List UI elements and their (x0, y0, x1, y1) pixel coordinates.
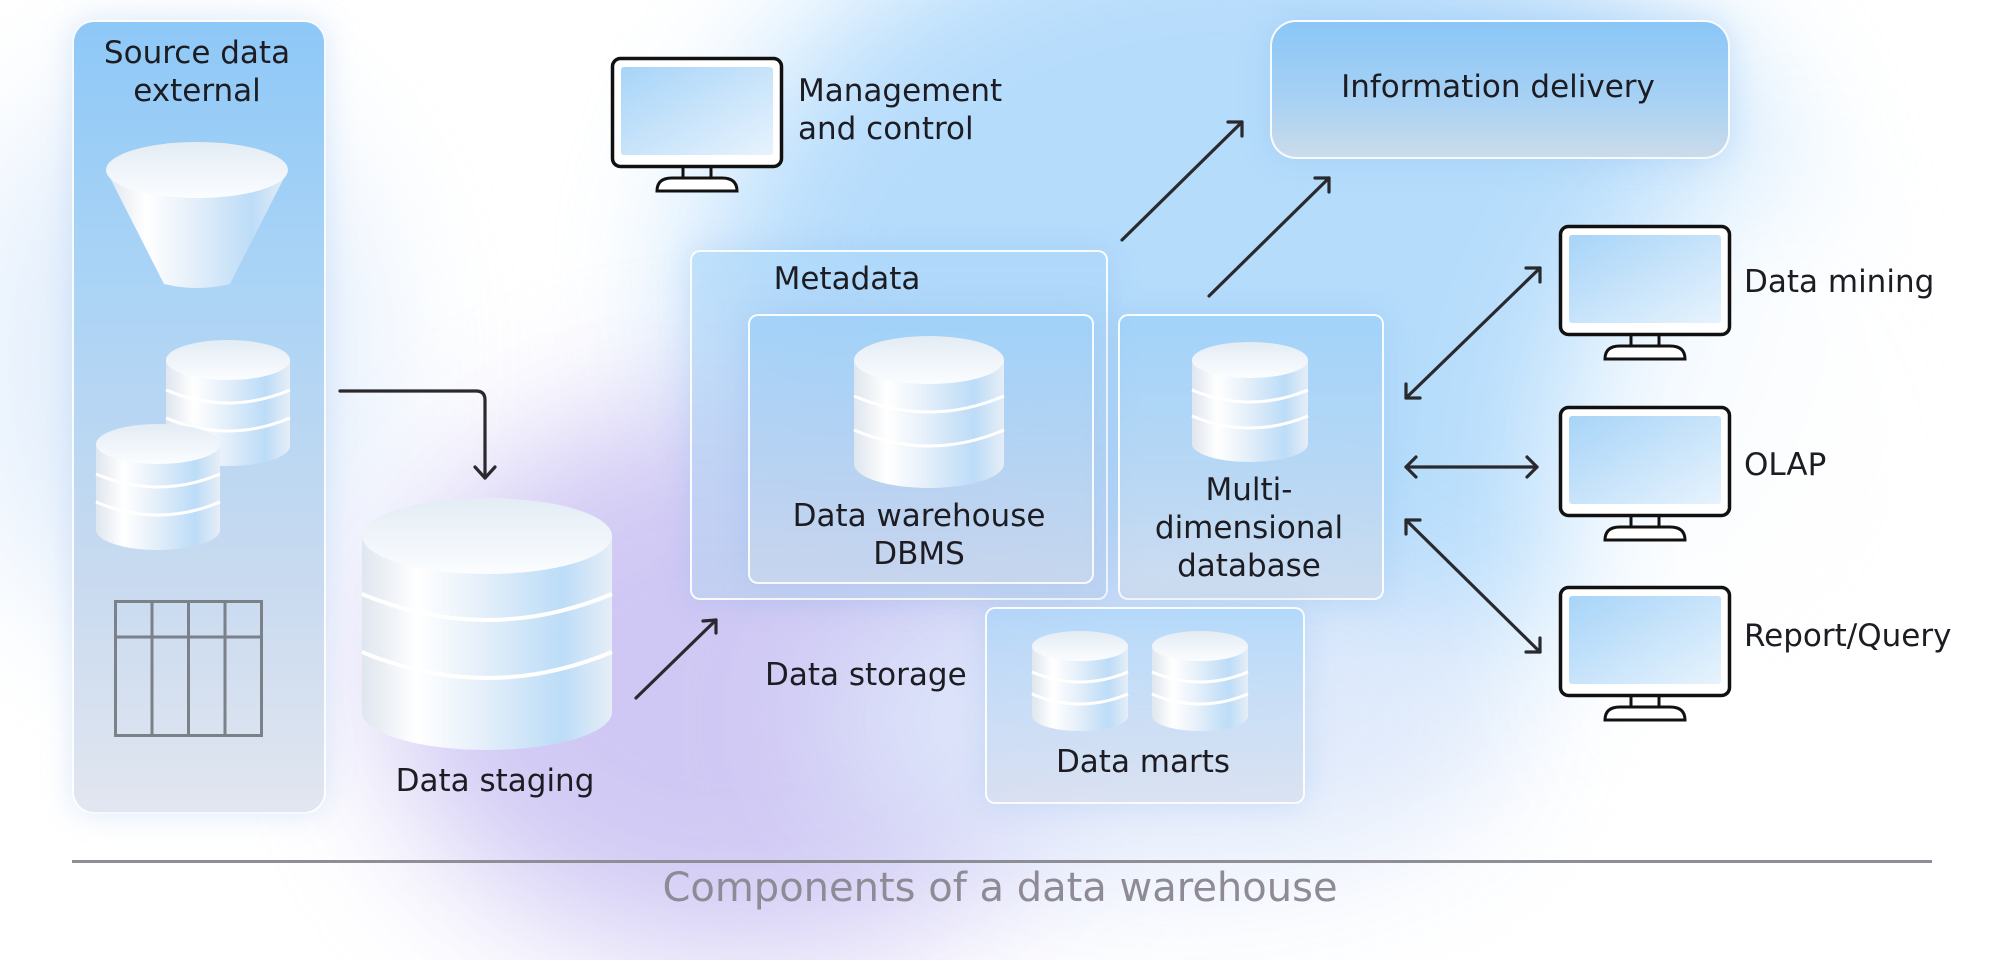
arrow-mdb-to-delivery (1207, 176, 1331, 298)
arrow-metadata-to-delivery (1120, 120, 1244, 242)
diagram-caption: Components of a data warehouse (662, 865, 1338, 911)
connectors (338, 120, 1542, 700)
arrow-source-to-staging (338, 389, 497, 480)
arrow-mdb-olap (1404, 455, 1539, 479)
arrow-mdb-data-mining (1404, 266, 1542, 400)
arrow-mdb-report-query (1404, 518, 1542, 654)
arrow-staging-to-storage (634, 618, 718, 700)
